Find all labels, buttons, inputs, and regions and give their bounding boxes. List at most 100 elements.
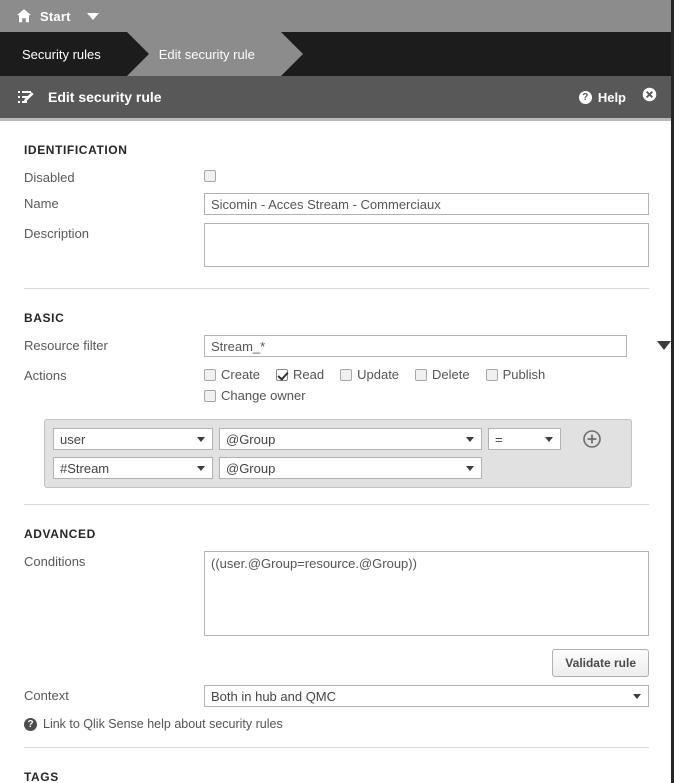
breadcrumb-item-edit-security-rule[interactable]: Edit security rule [126, 32, 303, 76]
condition-property-value: @Group [226, 460, 276, 476]
action-label: Publish [502, 367, 546, 382]
condition-property-value: @Group [226, 431, 276, 447]
name-label: Name [24, 196, 59, 211]
help-link[interactable]: ? Link to Qlik Sense help about security… [24, 717, 649, 731]
breadcrumb-item-security-rules[interactable]: Security rules [0, 32, 149, 76]
chevron-down-icon[interactable] [86, 12, 99, 20]
help-button[interactable]: ? Help [578, 89, 626, 105]
disabled-checkbox[interactable] [204, 170, 216, 182]
section-title-advanced: ADVANCED [24, 527, 96, 541]
publish-checkbox[interactable] [485, 368, 498, 381]
context-value: Both in hub and QMC [211, 688, 337, 704]
resource-filter-field [204, 335, 671, 357]
panel-header: Edit security rule ? Help [0, 76, 671, 118]
condition-builder: user @Group = #Stream @Group [44, 419, 632, 488]
question-circle-icon: ? [24, 717, 37, 731]
description-label: Description [24, 226, 90, 241]
breadcrumb-arrow [280, 32, 303, 76]
question-circle-icon: ? [578, 90, 592, 104]
action-update[interactable]: Update [340, 367, 399, 382]
section-title-basic: BASIC [24, 311, 65, 325]
section-title-identification: IDENTIFICATION [24, 143, 128, 157]
form-body: IDENTIFICATION Disabled Name Description… [0, 143, 671, 783]
top-navigation-bar: Start [0, 0, 671, 32]
start-label[interactable]: Start [40, 9, 71, 24]
update-checkbox[interactable] [340, 368, 353, 381]
action-change-owner[interactable]: Change owner [204, 388, 588, 403]
condition-row: user @Group = [53, 428, 623, 450]
condition-subject-value: #Stream [60, 460, 110, 476]
conditions-textarea[interactable]: ((user.@Group=resource.@Group)) [204, 551, 649, 636]
condition-row: #Stream @Group [53, 457, 623, 479]
context-select[interactable]: Both in hub and QMC [204, 685, 649, 707]
create-checkbox[interactable] [204, 368, 216, 381]
condition-operator-select[interactable]: = [488, 428, 561, 450]
section-title-tags: TAGS [24, 770, 59, 783]
chevron-down-icon [545, 437, 553, 442]
chevron-down-icon [633, 694, 641, 699]
condition-subject-select[interactable]: #Stream [53, 457, 213, 479]
condition-property-select[interactable]: @Group [219, 428, 482, 450]
conditions-field: ((user.@Group=resource.@Group)) [204, 551, 649, 641]
chevron-down-icon [466, 466, 474, 471]
help-label: Help [597, 89, 626, 105]
divider-basic [24, 504, 649, 505]
name-input[interactable] [204, 193, 649, 215]
help-link-label: Link to Qlik Sense help about security r… [43, 717, 283, 731]
action-publish[interactable]: Publish [485, 367, 546, 382]
field-row-resource-filter: Resource filter [24, 335, 671, 357]
field-row-description: Description [24, 223, 649, 272]
action-delete[interactable]: Delete [415, 367, 470, 382]
delete-checkbox[interactable] [415, 368, 428, 381]
conditions-label: Conditions [24, 554, 86, 569]
disabled-field [204, 167, 649, 185]
action-label: Delete [432, 367, 470, 382]
read-checkbox[interactable] [276, 368, 289, 381]
validate-rule-button[interactable]: Validate rule [552, 649, 649, 677]
edit-list-icon [18, 89, 36, 105]
actions-label: Actions [24, 368, 67, 383]
home-icon[interactable] [16, 8, 32, 24]
action-label: Update [357, 367, 400, 382]
disabled-label: Disabled [24, 170, 75, 185]
actions-checkbox-group: Create Read Update Delete Publish Change… [204, 365, 604, 409]
field-row-conditions: Conditions ((user.@Group=resource.@Group… [24, 551, 649, 641]
plus-circle-icon[interactable] [583, 430, 601, 448]
action-create[interactable]: Create [204, 367, 260, 382]
chevron-down-icon [197, 466, 205, 471]
field-row-actions: Actions Create Read Update Delete Publis… [24, 365, 649, 409]
condition-subject-select[interactable]: user [53, 428, 213, 450]
breadcrumb-label: Security rules [22, 46, 101, 62]
chevron-down-icon [466, 437, 474, 442]
divider-identification [24, 288, 649, 289]
divider-advanced [24, 747, 649, 748]
qmc-window: Start Security rules Edit security rule [0, 0, 674, 783]
close-circle-icon [642, 87, 657, 102]
resource-filter-input[interactable] [204, 335, 627, 357]
description-textarea[interactable] [204, 223, 649, 267]
page-title: Edit security rule [48, 89, 162, 105]
name-field [204, 193, 649, 215]
action-label: Read [293, 367, 325, 382]
change-owner-checkbox[interactable] [204, 389, 216, 402]
field-row-context: Context Both in hub and QMC [24, 685, 649, 707]
close-button[interactable] [642, 87, 657, 107]
header-separator [0, 118, 671, 121]
action-label: Change owner [221, 388, 306, 403]
breadcrumb-arrow [126, 32, 149, 76]
actions-field: Create Read Update Delete Publish Change… [204, 365, 649, 409]
field-row-name: Name [24, 193, 649, 215]
condition-subject-value: user [60, 431, 86, 447]
breadcrumb-label: Edit security rule [158, 46, 255, 62]
breadcrumb: Security rules Edit security rule [0, 32, 671, 76]
description-field [204, 223, 649, 272]
action-label: Create [221, 367, 261, 382]
condition-operator-value: = [495, 431, 503, 447]
condition-property-select[interactable]: @Group [219, 457, 482, 479]
action-read[interactable]: Read [276, 367, 324, 382]
field-row-disabled: Disabled [24, 167, 649, 185]
context-label: Context [24, 688, 69, 703]
chevron-down-icon [197, 437, 205, 442]
context-field: Both in hub and QMC [204, 685, 649, 707]
chevron-down-icon[interactable] [657, 341, 671, 350]
